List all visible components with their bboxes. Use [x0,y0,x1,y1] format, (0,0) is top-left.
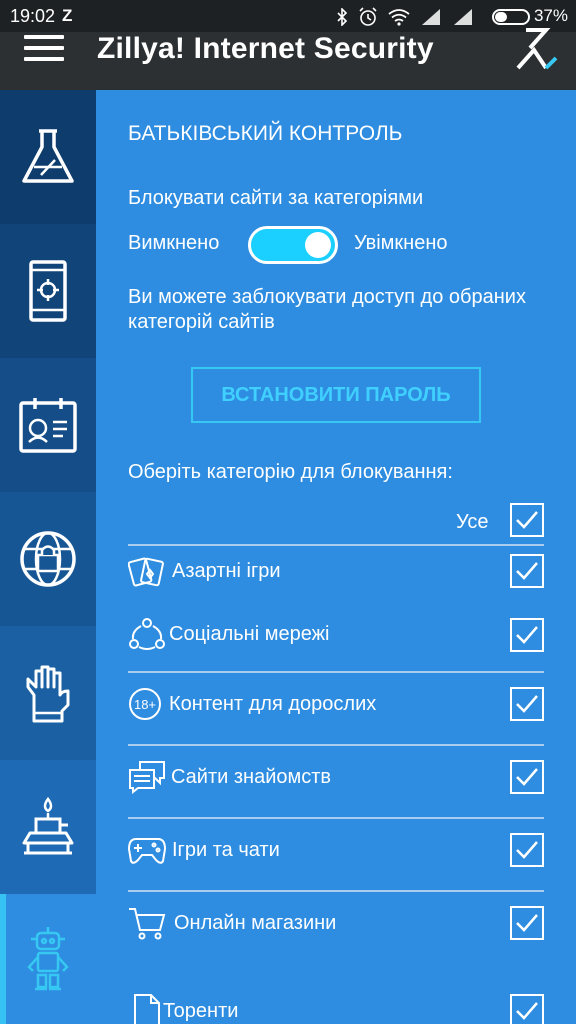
signal-icon [422,9,440,25]
notification-icon: Z [62,6,73,25]
category-checkbox[interactable] [510,554,544,588]
parental-control-panel: БАТЬКІВСЬКИЙ КОНТРОЛЬ Блокувати сайти за… [96,90,576,1024]
select-all-label: Усе [456,511,489,533]
app-title: Zillya! Internet Security [97,32,434,65]
toggle-off-label: Вимкнено [128,232,220,254]
category-label: Соціальні мережі [169,623,330,645]
svg-text:18+: 18+ [134,697,156,712]
phone-locate-icon [29,260,67,322]
alarm-icon [359,7,377,26]
block-categories-toggle[interactable] [248,226,338,264]
category-checkbox[interactable] [510,760,544,794]
block-categories-label: Блокувати сайти за категоріями [128,187,424,209]
category-checkbox[interactable] [510,906,544,940]
chat-bubbles-icon [129,761,165,794]
category-checkbox[interactable] [510,687,544,721]
id-card-icon [19,398,77,453]
sidebar-item-parental-control[interactable] [0,894,96,1024]
page-title: БАТЬКІВСЬКИЙ КОНТРОЛЬ [128,122,403,145]
adult-18-icon: 18+ [129,688,161,720]
sidebar-item-anti-theft[interactable] [0,224,96,358]
category-label: Ігри та чати [172,839,280,861]
flask-icon [22,129,74,183]
status-bar: 19:02 Z 37% [0,0,576,32]
shopping-cart-icon [129,908,166,940]
signal-icon-2 [454,9,472,25]
check-icon [516,1002,538,1020]
category-row-dating[interactable]: Сайти знайомств [128,744,544,817]
globe-lock-icon [20,531,76,587]
check-icon [516,511,538,529]
description-text: Ви можете заблокувати доступ до обраних … [128,286,526,333]
category-row-social[interactable]: Соціальні мережі [128,597,544,671]
battery-percent: 37% [533,6,568,25]
check-icon [516,768,538,786]
check-icon [516,841,538,859]
check-icon [516,562,538,580]
category-row-games-chats[interactable]: Ігри та чати [128,817,544,890]
glove-icon [26,665,70,723]
category-label: Онлайн магазини [174,912,337,934]
burner-icon [22,796,74,855]
check-icon [516,914,538,932]
category-label: Контент для дорослих [169,693,377,715]
category-checkbox[interactable] [510,833,544,867]
gamepad-icon [128,838,166,864]
category-label: Сайти знайомств [171,766,332,788]
zillya-logo-icon [516,28,558,70]
category-checkbox[interactable] [510,994,544,1024]
battery-icon [492,9,530,25]
sidebar [0,90,96,1024]
sidebar-item-lab[interactable] [0,90,96,224]
robot-icon [27,927,69,991]
check-icon [516,695,538,713]
select-all-checkbox[interactable] [510,503,544,537]
category-row-adult[interactable]: 18+ Контент для дорослих [128,671,544,744]
category-row-shopping[interactable]: Онлайн магазини [128,890,544,963]
social-network-icon [129,618,165,650]
category-row-torrents[interactable]: Торенти [128,963,544,1024]
choose-category-label: Оберіть категорію для блокування: [128,461,453,483]
category-label: Торенти [163,1000,239,1022]
check-icon [516,626,538,644]
app-bar: Zillya! Internet Security [0,28,576,90]
hamburger-menu-icon[interactable] [24,35,66,65]
toggle-knob [305,232,331,258]
sidebar-item-sandbox[interactable] [0,760,96,894]
status-time: 19:02 [10,6,56,26]
toggle-on-label: Увімкнено [354,232,448,254]
set-password-button[interactable]: ВСТАНОВИТИ ПАРОЛЬ [191,367,481,423]
sidebar-item-firewall[interactable] [0,626,96,760]
category-label: Азартні ігри [172,560,281,582]
sidebar-item-web-protection[interactable] [0,492,96,626]
category-checkbox[interactable] [510,618,544,652]
cards-icon [128,557,164,587]
sidebar-item-privacy[interactable] [0,358,96,492]
status-icons [336,7,474,27]
wifi-icon [388,9,410,26]
battery-level [495,12,507,22]
bluetooth-icon [337,8,348,26]
